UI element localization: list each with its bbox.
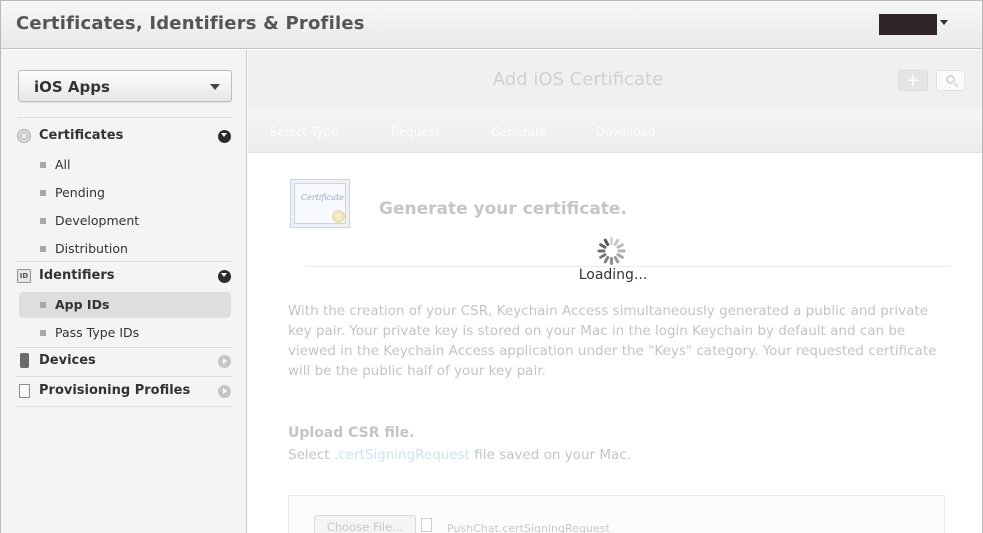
upload-title: Upload CSR file. [288, 425, 415, 441]
spinner-spoke [597, 249, 606, 253]
sidebar-item-pending[interactable]: Pending [19, 180, 231, 206]
file-icon [421, 518, 432, 532]
chevron-right-icon[interactable] [218, 355, 231, 368]
divider [18, 117, 232, 118]
sidebar-section-label: Certificates [39, 128, 124, 143]
bullet-icon [40, 162, 46, 168]
id-icon: ID [17, 269, 31, 283]
bullet-icon [40, 330, 46, 336]
bullet-icon [40, 246, 46, 252]
sidebar-section-label: Provisioning Profiles [39, 383, 191, 398]
sidebar-section-label: Devices [39, 353, 96, 368]
loading-text: Loading... [578, 267, 648, 283]
divider [15, 261, 233, 262]
file-extension-link: .certSigningRequest [333, 447, 470, 463]
top-header: Certificates, Identifiers & Profiles [1, 1, 982, 49]
platform-select-label: iOS Apps [34, 78, 110, 96]
search-icon-handle [953, 82, 959, 88]
sidebar-section-certificates[interactable]: Certificates [15, 124, 233, 150]
sidebar-section-label: Identifiers [39, 268, 115, 283]
step-progress-bar: Select Type Request Generate Download [248, 110, 982, 153]
loading-spinner-icon [597, 236, 627, 266]
sidebar-item-distribution[interactable]: Distribution [19, 236, 231, 262]
description-text: With the creation of your CSR, Keychain … [288, 303, 937, 379]
step-download: Download [596, 125, 656, 139]
divider [15, 376, 233, 377]
app-window: Certificates, Identifiers & Profiles iOS… [0, 0, 983, 533]
upload-instructions-prefix: Select [288, 447, 334, 463]
main-title: Add iOS Certificate [492, 69, 664, 90]
sidebar-item-label: Pending [55, 185, 105, 200]
upload-box: Choose File... PushChat.certSigningReque… [288, 495, 945, 533]
plus-icon: + [905, 70, 921, 91]
sidebar-section-identifiers[interactable]: ID Identifiers [15, 264, 233, 290]
sidebar-item-all[interactable]: All [19, 152, 231, 178]
bullet-icon [40, 190, 46, 196]
bullet-icon [40, 218, 46, 224]
document-icon [19, 384, 30, 398]
expand-toggle-icon[interactable] [218, 270, 231, 283]
seal-icon [332, 210, 345, 223]
step-select-type: Select Type [270, 125, 339, 139]
sidebar-item-app-ids[interactable]: App IDs [19, 292, 231, 318]
divider [15, 406, 233, 407]
sidebar-item-pass-type-ids[interactable]: Pass Type IDs [19, 320, 231, 346]
certificate-icon [17, 129, 31, 143]
sidebar: iOS Apps Certificates All Pending Develo… [1, 50, 247, 533]
sidebar-item-label: Distribution [55, 241, 128, 256]
account-menu-caret-icon[interactable] [940, 20, 948, 25]
upload-instructions-suffix: file saved on your Mac. [469, 447, 631, 463]
main-toolbar: Add iOS Certificate + [248, 50, 982, 110]
sidebar-section-provisioning-profiles[interactable]: Provisioning Profiles [15, 379, 233, 405]
chevron-right-icon[interactable] [218, 385, 231, 398]
sidebar-item-development[interactable]: Development [19, 208, 231, 234]
account-name-redacted[interactable] [879, 14, 937, 35]
divider [15, 347, 233, 348]
sidebar-item-label: All [55, 157, 71, 172]
step-request: Request [391, 125, 440, 139]
certificate-image: Certificate [290, 179, 350, 228]
bullet-icon [40, 302, 46, 308]
expand-toggle-icon[interactable] [218, 130, 231, 143]
sidebar-item-label: Development [55, 213, 140, 228]
certificate-image-text: Certificate [301, 193, 344, 202]
choose-file-button[interactable]: Choose File... [314, 515, 416, 533]
section-heading: Generate your certificate. [379, 199, 627, 219]
selected-file-name: PushChat.certSigningRequest [447, 522, 610, 533]
step-generate: Generate [491, 125, 548, 139]
sidebar-item-label: App IDs [55, 297, 110, 312]
content-area: Certificate Generate your certificate. L… [248, 153, 982, 533]
search-button[interactable] [936, 70, 965, 91]
sidebar-item-label: Pass Type IDs [55, 325, 140, 340]
add-button[interactable]: + [898, 70, 928, 91]
chevron-down-icon [210, 84, 220, 90]
spinner-spoke [610, 257, 613, 265]
certificate-image-inner: Certificate [294, 183, 346, 224]
upload-instructions: Select .certSigningRequest file saved on… [288, 447, 631, 463]
spinner-spoke [617, 249, 626, 253]
platform-select[interactable]: iOS Apps [18, 70, 232, 102]
sidebar-section-devices[interactable]: Devices [15, 349, 233, 375]
page-title: Certificates, Identifiers & Profiles [16, 13, 365, 34]
device-icon [20, 353, 29, 368]
main-panel: Add iOS Certificate + Select Type Reques… [248, 50, 982, 533]
